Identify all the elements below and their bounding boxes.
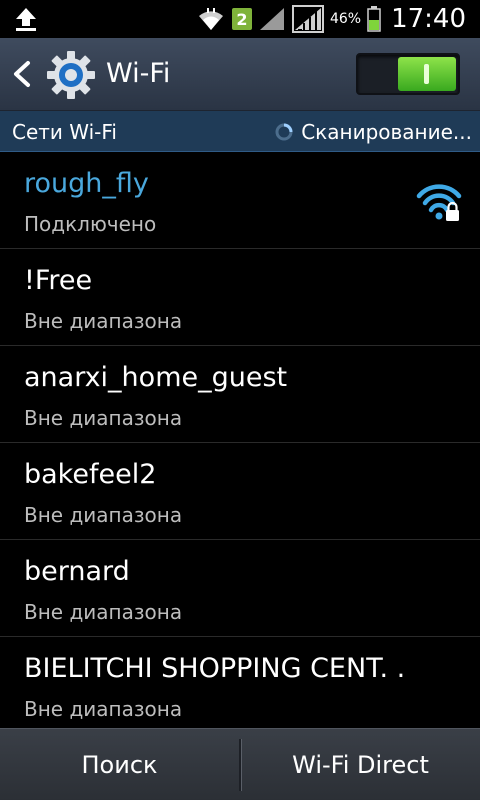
network-status: Вне диапазона [24, 697, 183, 721]
network-status: Вне диапазона [24, 406, 183, 430]
page-title: Wi-Fi [106, 58, 171, 89]
wifi-direct-button[interactable]: Wi-Fi Direct [241, 729, 480, 800]
back-chevron-icon[interactable] [10, 60, 32, 88]
list-item[interactable]: bernard Вне диапазона [0, 540, 480, 637]
upload-arrow-icon [16, 8, 36, 31]
bottom-action-bar: Поиск Wi-Fi Direct [0, 728, 480, 800]
network-status: Вне диапазона [24, 503, 183, 527]
sim-badge: 2 [231, 8, 252, 30]
battery-icon [367, 6, 381, 32]
network-status: Вне диапазона [24, 309, 183, 333]
wifi-settings-screen: 2 46% 17:40 Wi-Fi Сети Wi-Fi Сканировани… [0, 0, 480, 800]
list-item[interactable]: rough_fly Подключено [0, 152, 480, 249]
scanning-label: Сканирование... [301, 120, 472, 144]
network-status: Подключено [24, 212, 157, 236]
wifi-lock-icon [416, 184, 462, 221]
list-item[interactable]: anarxi_home_guest Вне диапазона [0, 346, 480, 443]
list-item[interactable]: bakefeel2 Вне диапазона [0, 443, 480, 540]
status-bar: 2 46% 17:40 [0, 0, 480, 38]
status-bar-right: 2 46% 17:40 [196, 4, 466, 34]
list-item[interactable]: BIELITCHI SHOPPING CENT. . Вне диапазона [0, 637, 480, 733]
cell-signal-icon [291, 5, 324, 33]
battery-percent: 46% [329, 11, 362, 27]
cell-signal-icon [259, 8, 284, 30]
gear-icon[interactable] [46, 50, 96, 100]
wifi-toggle[interactable] [356, 53, 460, 95]
network-name: !Free [24, 265, 93, 296]
spinner-icon [275, 123, 293, 141]
network-name: anarxi_home_guest [24, 362, 288, 393]
clock: 17:40 [391, 4, 466, 34]
wifi-toggle-knob[interactable] [398, 57, 456, 91]
network-list: rough_fly Подключено !Free Вне диапазона… [0, 152, 480, 733]
network-name: bakefeel2 [24, 459, 157, 490]
scanning-indicator: Сканирование... [275, 120, 472, 144]
network-name: bernard [24, 556, 130, 587]
search-button[interactable]: Поиск [0, 729, 239, 800]
network-name: rough_fly [24, 168, 149, 199]
network-status: Вне диапазона [24, 600, 183, 624]
action-bar: Wi-Fi [0, 38, 480, 111]
list-item[interactable]: !Free Вне диапазона [0, 249, 480, 346]
networks-section-header: Сети Wi-Fi Сканирование... [0, 111, 480, 152]
wifi-signal-icon [198, 8, 223, 30]
section-title: Сети Wi-Fi [12, 120, 117, 144]
network-name: BIELITCHI SHOPPING CENT. . [24, 653, 406, 684]
